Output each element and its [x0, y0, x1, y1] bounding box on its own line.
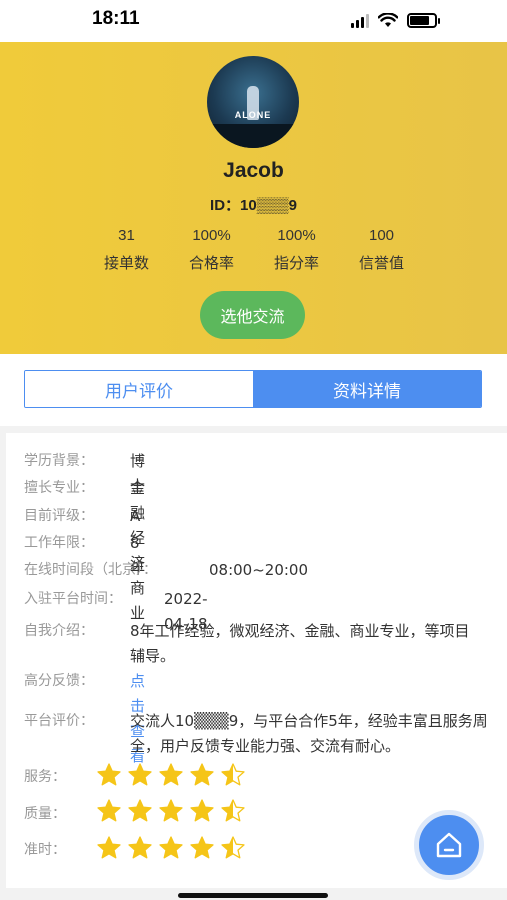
avatar-text: ALONE: [234, 110, 272, 120]
detail-value: A: [130, 507, 141, 525]
star-full-icon: [97, 836, 121, 859]
user-id: ID：10▒▒▒9: [210, 197, 297, 214]
profile-header: ALONE Jacob ID：10▒▒▒9 31 接单数 100% 合格率 10…: [0, 42, 507, 354]
rating-stars: [96, 762, 246, 788]
home-indicator: [178, 893, 328, 898]
wifi-icon: [378, 13, 398, 27]
star-half-icon: [221, 763, 245, 786]
username: Jacob: [223, 159, 284, 182]
detail-value: 交流人10▒▒▒9，与平台合作5年，经验丰富且服务周全，用户反馈专业能力强、交流…: [130, 712, 488, 755]
detail-label: 工作年限：: [24, 535, 94, 551]
status-bar: 18:11: [0, 0, 507, 42]
rating-stars: [96, 835, 246, 861]
tab-profile-details[interactable]: 资料详情: [253, 371, 481, 407]
stat-label: 接单数: [103, 254, 149, 272]
detail-label: 平台评价：: [24, 713, 94, 729]
detail-label: 入驻平台时间：: [24, 591, 122, 607]
star-full-icon: [128, 763, 152, 786]
detail-value: 8年工作经验，微观经济、金融、商业专业，等项目辅导。: [130, 622, 470, 665]
stat-value: 31: [118, 227, 135, 244]
star-half-icon: [221, 836, 245, 859]
detail-value: 08:00~20:00: [209, 561, 309, 579]
rating-label: 质量：: [24, 806, 66, 822]
contact-button[interactable]: 选他交流: [200, 291, 305, 339]
rating-stars: [96, 798, 246, 824]
home-button[interactable]: [414, 810, 484, 880]
stat-score-rate: 100% 指分率: [254, 227, 339, 273]
stat-value: 100%: [277, 227, 316, 244]
status-time: 18:11: [92, 8, 140, 29]
star-full-icon: [190, 836, 214, 859]
detail-label: 目前评级：: [24, 508, 94, 524]
star-full-icon: [128, 799, 152, 822]
star-full-icon: [159, 799, 183, 822]
stat-value: 100%: [192, 227, 231, 244]
rating-label: 准时：: [24, 842, 66, 858]
star-full-icon: [97, 763, 121, 786]
star-full-icon: [159, 763, 183, 786]
star-full-icon: [159, 836, 183, 859]
status-icons: [351, 13, 440, 28]
star-half-icon: [221, 799, 245, 822]
star-full-icon: [190, 799, 214, 822]
stat-label: 指分率: [273, 254, 319, 272]
tab-user-reviews[interactable]: 用户评价: [25, 371, 253, 407]
stat-credit: 100 信誉值: [339, 227, 424, 273]
stat-pass-rate: 100% 合格率: [169, 227, 254, 273]
stat-label: 合格率: [188, 254, 234, 272]
signal-icon: [351, 13, 369, 28]
detail-label: 在线时间段（北京）：: [24, 562, 157, 578]
detail-label: 自我介绍：: [24, 623, 94, 639]
home-icon: [436, 832, 462, 858]
stats-row: 31 接单数 100% 合格率 100% 指分率 100 信誉值: [84, 227, 424, 273]
star-full-icon: [190, 763, 214, 786]
stat-label: 信誉值: [358, 254, 404, 272]
stat-orders: 31 接单数: [84, 227, 169, 273]
battery-icon: [407, 13, 440, 28]
tab-bar: 用户评价 资料详情: [24, 370, 482, 408]
star-full-icon: [97, 799, 121, 822]
detail-label: 学历背景：: [24, 453, 94, 469]
avatar[interactable]: ALONE: [207, 56, 299, 148]
stat-value: 100: [368, 227, 395, 244]
detail-label: 擅长专业：: [24, 480, 94, 496]
detail-label: 高分反馈：: [24, 673, 94, 689]
star-full-icon: [128, 836, 152, 859]
rating-label: 服务：: [24, 769, 66, 785]
